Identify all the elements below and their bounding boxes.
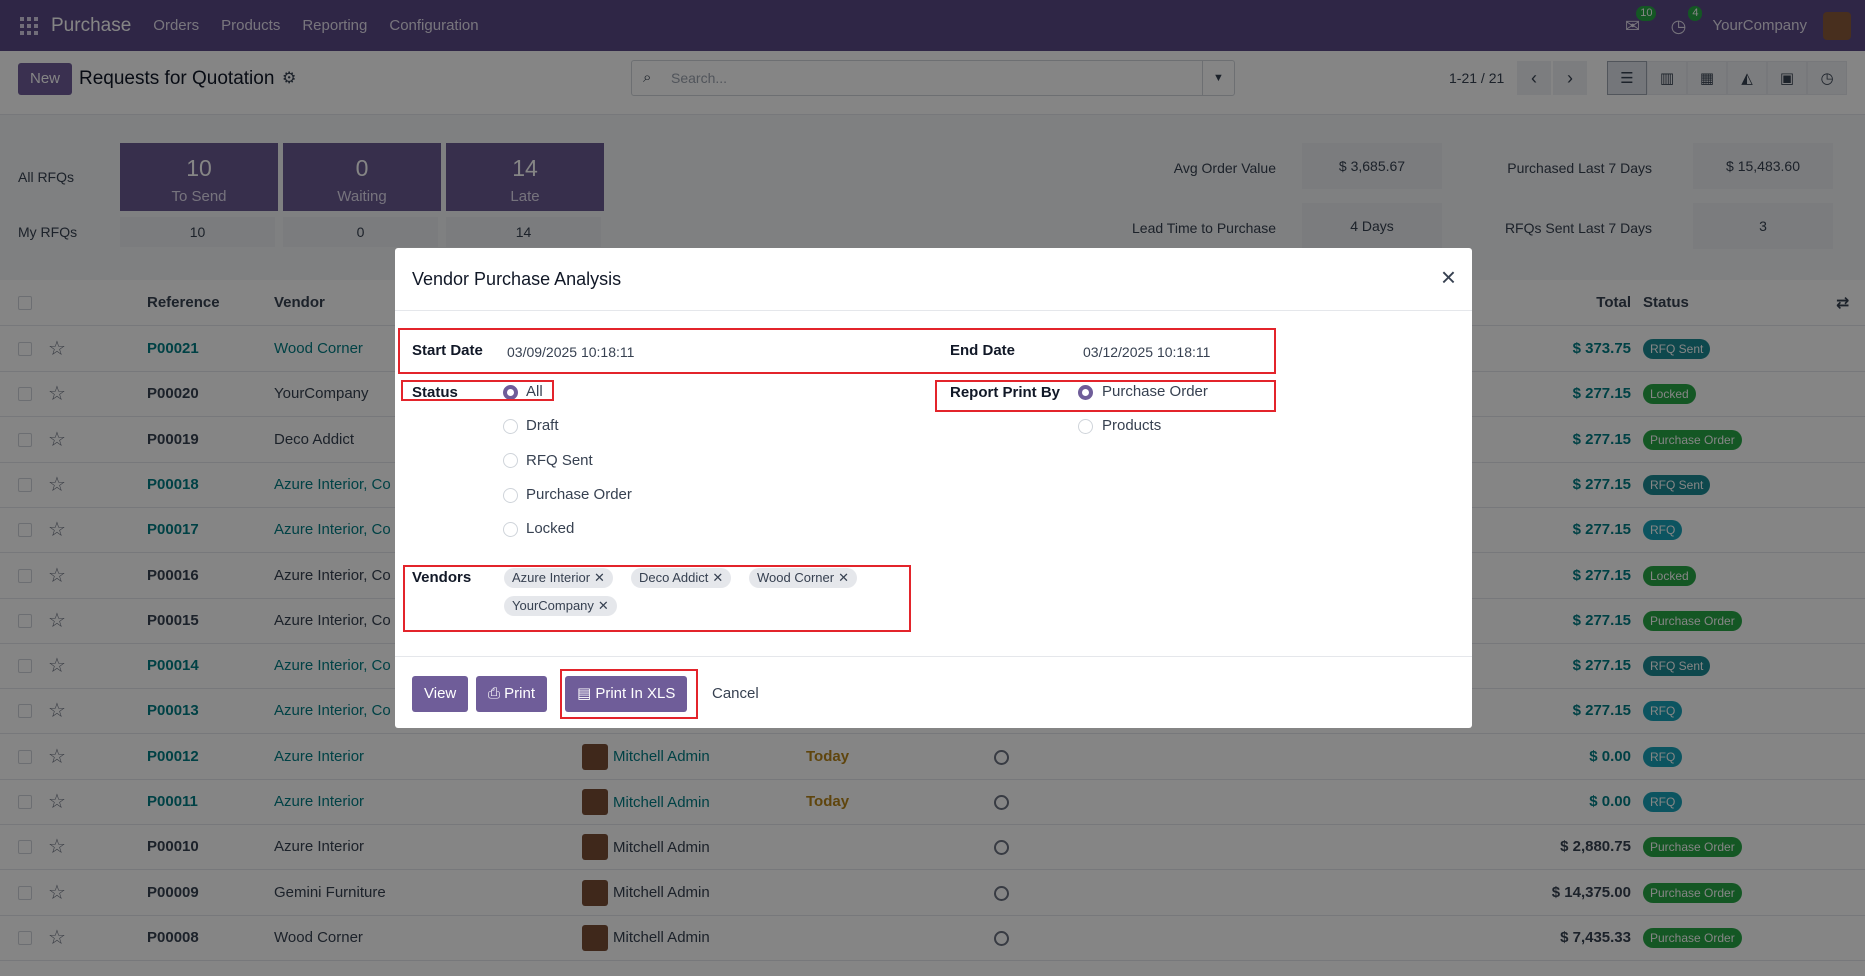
- dialog-header: Vendor Purchase Analysis ×: [395, 248, 1472, 311]
- printer-icon: ⎙: [488, 685, 505, 702]
- highlight-print-xls: [560, 669, 698, 719]
- view-button[interactable]: View: [412, 676, 469, 712]
- report-radio-products[interactable]: [1078, 419, 1093, 434]
- status-option-purchase-order[interactable]: Purchase Order: [526, 486, 632, 503]
- highlight-date-range: [398, 328, 1276, 374]
- status-option-draft[interactable]: Draft: [526, 417, 559, 434]
- dialog-title: Vendor Purchase Analysis: [412, 269, 622, 289]
- print-button[interactable]: ⎙ Print: [476, 676, 548, 712]
- highlight-status: [401, 380, 554, 401]
- report-option-products[interactable]: Products: [1102, 417, 1161, 434]
- highlight-vendors: [403, 565, 911, 632]
- print-button-label: Print: [504, 685, 536, 702]
- dialog-footer: View ⎙ Print ▤ Print In XLS Cancel: [395, 656, 1472, 728]
- cancel-button[interactable]: Cancel: [712, 685, 759, 702]
- status-radio-rfq-sent[interactable]: [503, 453, 518, 468]
- status-radio-draft[interactable]: [503, 419, 518, 434]
- status-option-rfq-sent[interactable]: RFQ Sent: [526, 452, 593, 469]
- close-icon[interactable]: ×: [1441, 264, 1456, 290]
- status-option-locked[interactable]: Locked: [526, 520, 574, 537]
- status-radio-locked[interactable]: [503, 522, 518, 537]
- vendor-purchase-analysis-dialog: Vendor Purchase Analysis × Start Date 03…: [395, 248, 1472, 728]
- status-radio-purchase-order[interactable]: [503, 488, 518, 503]
- highlight-report-print-by: [935, 380, 1276, 412]
